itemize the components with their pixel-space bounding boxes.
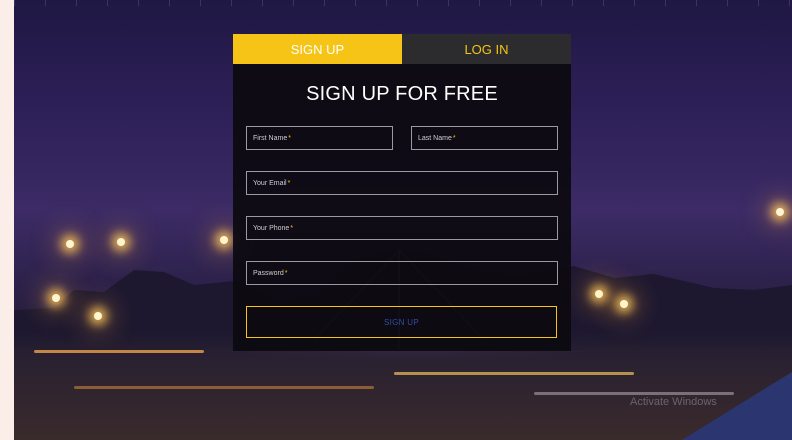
top-grid-strip: [14, 0, 792, 6]
street-lamp: [52, 294, 60, 302]
phone-placeholder: Your Phone: [253, 224, 290, 232]
street-lamp: [94, 312, 102, 320]
street-lamp: [66, 240, 74, 248]
required-marker: *: [288, 134, 291, 142]
last-name-placeholder: Last Name: [418, 134, 452, 142]
required-marker: *: [290, 224, 294, 232]
password-placeholder: Password: [253, 269, 284, 277]
phone-field[interactable]: Your Phone *: [246, 216, 558, 240]
last-name-field[interactable]: Last Name *: [411, 126, 558, 150]
street-lamp: [117, 238, 125, 246]
auth-tabs: SIGN UP LOG IN: [233, 34, 571, 64]
password-field[interactable]: Password *: [246, 261, 558, 285]
street-lamp: [620, 300, 628, 308]
email-placeholder: Your Email: [253, 179, 287, 187]
signup-panel: SIGN UP LOG IN SIGN UP FOR FREE First Na…: [233, 34, 571, 351]
first-name-field[interactable]: First Name *: [246, 126, 393, 150]
form-heading: SIGN UP FOR FREE: [306, 83, 498, 105]
sign-up-button[interactable]: SIGN UP: [246, 306, 557, 338]
traffic-light-trail: [34, 350, 204, 353]
email-field[interactable]: Your Email *: [246, 171, 558, 195]
traffic-light-trail: [74, 386, 374, 389]
street-lamp: [776, 208, 784, 216]
tab-log-in[interactable]: LOG IN: [402, 34, 571, 64]
required-marker: *: [452, 134, 456, 142]
activate-windows-watermark: Activate Windows: [630, 396, 717, 408]
required-marker: *: [284, 269, 288, 277]
street-lamp: [595, 290, 603, 298]
traffic-light-trail: [394, 372, 634, 375]
tab-sign-up[interactable]: SIGN UP: [233, 34, 402, 64]
first-name-placeholder: First Name: [253, 134, 288, 142]
required-marker: *: [287, 179, 291, 187]
street-lamp: [220, 236, 228, 244]
